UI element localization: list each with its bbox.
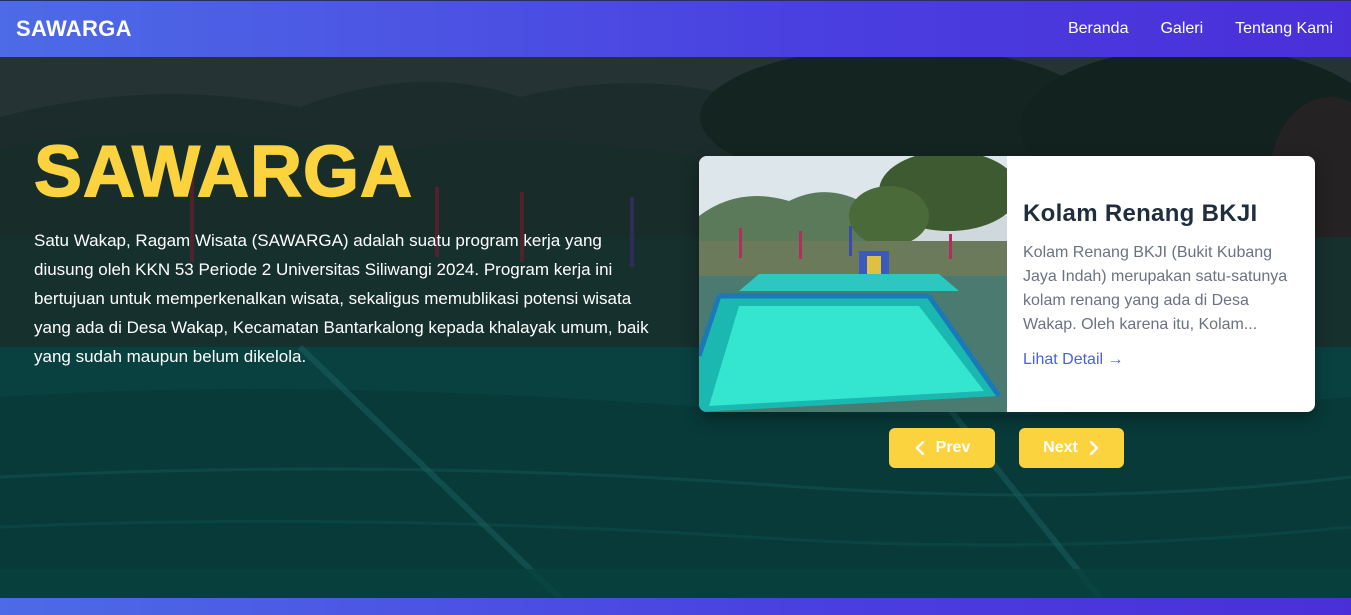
- nav-link-tentang-kami[interactable]: Tentang Kami: [1235, 20, 1333, 38]
- hero-title: SAWARGA: [33, 132, 414, 212]
- nav-link-beranda[interactable]: Beranda: [1068, 20, 1129, 38]
- card-body: Kolam Renang BKJI Kolam Renang BKJI (Buk…: [1007, 156, 1315, 412]
- nav-links: Beranda Galeri Tentang Kami: [1068, 20, 1333, 38]
- page: SAWARGA Beranda Galeri Tentang Kami SAWA…: [0, 0, 1351, 615]
- card-description: Kolam Renang BKJI (Bukit Kubang Jaya Ind…: [1023, 244, 1288, 333]
- next-label: Next: [1043, 439, 1078, 456]
- nav-link-galeri[interactable]: Galeri: [1160, 20, 1203, 38]
- card-title: Kolam Renang BKJI: [1023, 200, 1258, 227]
- prev-label: Prev: [935, 439, 971, 456]
- chevron-right-icon: [1089, 441, 1099, 455]
- destination-card: Kolam Renang BKJI Kolam Renang BKJI (Buk…: [699, 156, 1315, 412]
- prev-button[interactable]: Prev: [889, 428, 995, 468]
- next-button[interactable]: Next: [1019, 428, 1124, 468]
- hero-description: Satu Wakap, Ragam Wisata (SAWARGA) adala…: [34, 231, 649, 366]
- swimming-pool-photo: [699, 156, 1007, 412]
- bottom-strip: [0, 598, 1351, 615]
- chevron-left-icon: [915, 441, 924, 455]
- detail-link[interactable]: Lihat Detail →: [1023, 351, 1124, 368]
- brand-logo[interactable]: SAWARGA: [16, 16, 132, 42]
- navbar: SAWARGA Beranda Galeri Tentang Kami: [0, 0, 1351, 57]
